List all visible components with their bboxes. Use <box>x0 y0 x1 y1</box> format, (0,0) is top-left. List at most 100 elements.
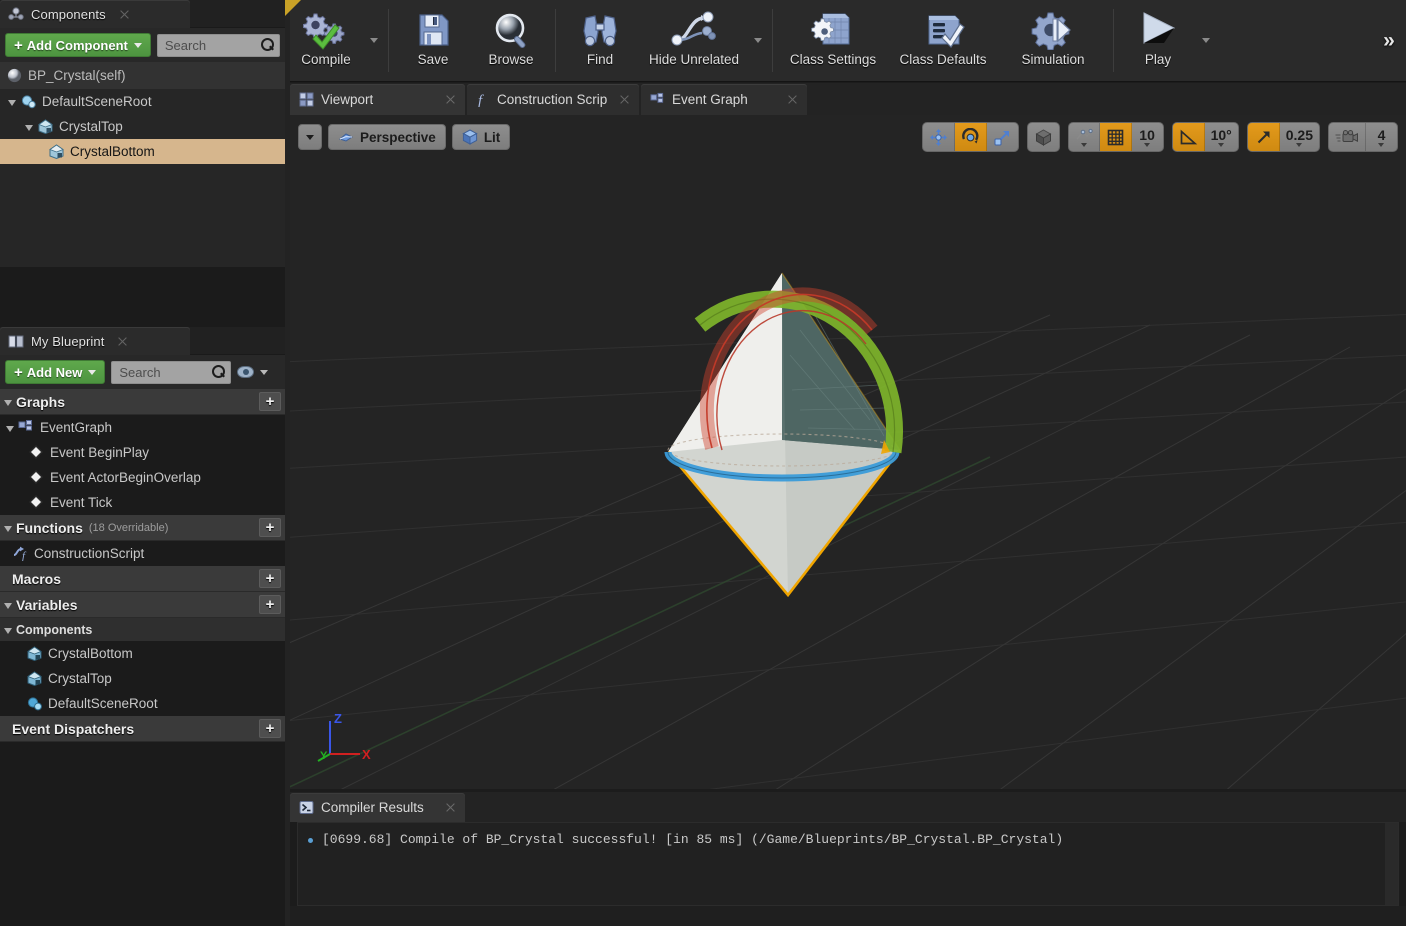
play-dropdown-arrow[interactable] <box>1197 0 1215 81</box>
close-icon[interactable] <box>119 9 130 20</box>
rotation-snap-value[interactable]: 10° <box>1205 123 1238 151</box>
close-icon[interactable] <box>619 94 630 105</box>
section-header-event-dispatchers[interactable]: Event Dispatchers + <box>0 716 285 742</box>
grid-snap-number: 10 <box>1139 126 1155 143</box>
transform-gizmo-cluster <box>921 122 1019 152</box>
components-search-input[interactable]: Search <box>156 33 280 57</box>
component-row-crystaltop[interactable]: CrystalTop <box>0 114 285 139</box>
toolbar-overflow-button[interactable]: » <box>1372 0 1406 81</box>
variable-row-defaultsceneroot[interactable]: DefaultSceneRoot <box>0 691 285 716</box>
class-defaults-button[interactable]: Class Defaults <box>888 0 998 81</box>
lit-cube-icon <box>462 129 478 145</box>
section-header-macros[interactable]: Macros + <box>0 566 285 592</box>
add-component-button[interactable]: + Add Component <box>5 33 151 57</box>
camera-speed-value[interactable]: 4 <box>1366 123 1397 151</box>
chevron-expanded-icon[interactable] <box>4 602 12 609</box>
floppy-disk-icon <box>413 9 453 51</box>
find-label: Find <box>586 52 614 67</box>
hide-unrelated-dropdown-arrow[interactable] <box>749 0 767 81</box>
eye-visibility-icon[interactable] <box>237 366 255 378</box>
tab-compiler-results[interactable]: Compiler Results <box>290 793 465 822</box>
world-space-icon[interactable] <box>1028 123 1059 151</box>
function-row-constructionscript[interactable]: f ConstructionScript <box>0 541 285 566</box>
find-button[interactable]: Find <box>561 0 639 81</box>
graph-row-eventgraph[interactable]: EventGraph <box>0 415 285 440</box>
tab-viewport[interactable]: Viewport <box>290 84 465 115</box>
add-graph-button[interactable]: + <box>259 392 281 411</box>
tab-my-blueprint[interactable]: My Blueprint <box>0 327 190 355</box>
chevron-expanded-icon[interactable] <box>4 525 12 532</box>
section-header-variables[interactable]: Variables + <box>0 592 285 618</box>
chevron-down-icon[interactable] <box>260 369 269 375</box>
add-event-dispatcher-button[interactable]: + <box>259 719 281 738</box>
chevron-down-icon <box>1080 142 1087 147</box>
tab-construction-script[interactable]: f Construction Scrip <box>467 84 639 115</box>
viewport-right-controls: 10 10° 0.25 4 <box>921 122 1398 152</box>
camera-mode-button[interactable]: Perspective <box>328 124 446 150</box>
tab-components[interactable]: Components <box>0 0 190 28</box>
grid-snap-value[interactable]: 10 <box>1132 123 1163 151</box>
rotate-gizmo-icon[interactable] <box>954 123 987 151</box>
rotation-snap-icon[interactable] <box>1172 123 1205 151</box>
3d-viewport[interactable]: Perspective Lit 10 10° 0.25 4 Z X Y <box>290 115 1406 789</box>
graph-row-event-beginplay[interactable]: Event BeginPlay <box>0 440 285 465</box>
translate-gizmo-icon[interactable] <box>923 123 955 151</box>
simulation-button[interactable]: Simulation <box>998 0 1108 81</box>
log-entry[interactable]: [0699.68] Compile of BP_Crystal successf… <box>298 823 1398 847</box>
close-icon[interactable] <box>787 94 798 105</box>
component-row-crystalbottom[interactable]: CrystalBottom <box>0 139 285 164</box>
components-icon <box>8 6 24 22</box>
section-title: Functions <box>16 519 83 536</box>
variables-subgroup-components[interactable]: Components <box>0 618 285 641</box>
graph-label: Event ActorBeginOverlap <box>50 470 201 485</box>
grid-snap-icon[interactable] <box>1099 123 1132 151</box>
variable-row-crystalbottom[interactable]: CrystalBottom <box>0 641 285 666</box>
close-icon[interactable] <box>445 94 456 105</box>
viewport-options-button[interactable] <box>298 124 322 150</box>
graph-row-event-actorbeginoverlap[interactable]: Event ActorBeginOverlap <box>0 465 285 490</box>
components-toolbar: + Add Component Search <box>0 28 285 62</box>
axis-orientation-indicator: Z X Y <box>308 709 378 769</box>
chevron-expanded-icon[interactable] <box>4 399 12 406</box>
camera-speed-number: 4 <box>1377 126 1386 143</box>
chevron-down-icon <box>1296 142 1303 147</box>
camera-speed-icon[interactable] <box>1329 123 1366 151</box>
tab-event-graph[interactable]: Event Graph <box>641 84 807 115</box>
variable-row-crystaltop[interactable]: CrystalTop <box>0 666 285 691</box>
chevron-down-icon <box>1378 142 1385 147</box>
component-row-defaultsceneroot[interactable]: DefaultSceneRoot <box>0 89 285 114</box>
surface-snap-icon[interactable] <box>1069 123 1100 151</box>
close-icon[interactable] <box>117 336 128 347</box>
scale-gizmo-icon[interactable] <box>987 123 1018 151</box>
save-button[interactable]: Save <box>394 0 472 81</box>
scale-snap-icon[interactable] <box>1247 123 1280 151</box>
play-button[interactable]: Play <box>1119 0 1197 81</box>
chevron-expanded-icon[interactable] <box>6 425 14 432</box>
class-settings-button[interactable]: Class Settings <box>778 0 888 81</box>
add-new-button[interactable]: + Add New <box>5 360 106 384</box>
chevron-expanded-icon[interactable] <box>8 99 16 106</box>
section-header-functions[interactable]: Functions (18 Overridable) + <box>0 515 285 541</box>
add-function-button[interactable]: + <box>259 518 281 537</box>
hide-unrelated-button[interactable]: Hide Unrelated <box>639 0 749 81</box>
compile-dropdown-arrow[interactable] <box>365 0 383 81</box>
scale-snap-value[interactable]: 0.25 <box>1280 123 1319 151</box>
section-header-graphs[interactable]: Graphs + <box>0 389 285 415</box>
component-root-self-row[interactable]: BP_Crystal(self) <box>0 62 285 89</box>
myblueprint-search-input[interactable]: Search <box>111 360 232 384</box>
add-variable-button[interactable]: + <box>259 595 281 614</box>
gear-play-icon <box>1031 9 1075 51</box>
add-macro-button[interactable]: + <box>259 569 281 588</box>
compiler-results-scrollbar[interactable] <box>1385 823 1398 905</box>
graph-row-event-tick[interactable]: Event Tick <box>0 490 285 515</box>
chevron-expanded-icon[interactable] <box>25 124 33 131</box>
view-mode-button[interactable]: Lit <box>451 124 511 150</box>
static-mesh-icon <box>37 118 54 135</box>
chevron-down-icon <box>1202 38 1210 43</box>
axis-label-y: Y <box>320 750 328 762</box>
chevron-expanded-icon[interactable] <box>4 627 12 634</box>
node-graph-icon <box>668 9 720 51</box>
compiler-results-log[interactable]: [0699.68] Compile of BP_Crystal successf… <box>297 822 1399 906</box>
browse-button[interactable]: Browse <box>472 0 550 81</box>
close-icon[interactable] <box>445 802 456 813</box>
